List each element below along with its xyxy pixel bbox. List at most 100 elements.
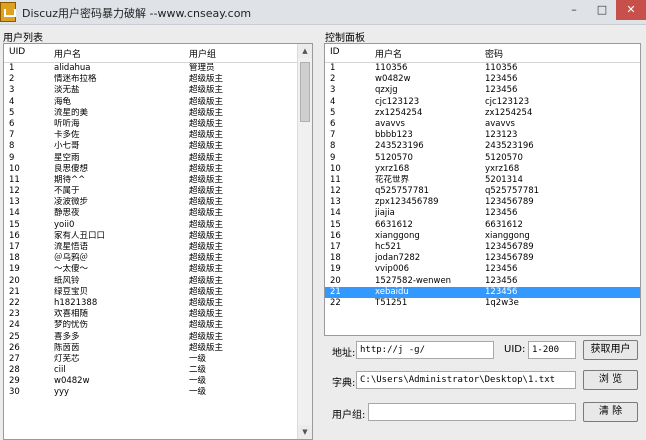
user-list-row[interactable]: 21 绿豆宝贝 超级版主 (4, 287, 312, 298)
col-username-header[interactable]: 用户名 (375, 47, 402, 60)
username-cell: 海龟 (54, 96, 72, 107)
browse-button[interactable]: 浏 览 (583, 370, 638, 390)
username-cell: 小七哥 (54, 141, 80, 152)
result-list-row[interactable]: 19 vvip006 123456 (325, 264, 640, 275)
group-cell: 超级版主 (189, 219, 224, 230)
clear-button[interactable]: 清 除 (583, 402, 638, 422)
id-cell: 7 (330, 130, 336, 141)
user-list-row[interactable]: 20 纸风铃 超级版主 (4, 276, 312, 287)
result-list-row[interactable]: 9 5120570 5120570 (325, 153, 640, 164)
group-cell: 5120570 (485, 152, 523, 163)
user-list-row[interactable]: 4 海龟 超级版主 (4, 97, 312, 108)
id-cell: 18 (9, 253, 20, 264)
user-list-row[interactable]: 16 家有人丑口口 超级版主 (4, 231, 312, 242)
user-list-row[interactable]: 2 情迷布拉格 超级版主 (4, 74, 312, 85)
scroll-down-icon[interactable]: ▼ (298, 425, 312, 439)
scroll-up-icon[interactable]: ▲ (298, 44, 312, 58)
user-list-row[interactable]: 13 凌波微步 超级版主 (4, 197, 312, 208)
group-cell: 超级版主 (189, 197, 224, 208)
result-list-row[interactable]: 5 zx1254254 zx1254254 (325, 108, 640, 119)
result-list-row[interactable]: 13 zpx123456789 123456789 (325, 197, 640, 208)
result-list-row[interactable]: 17 hc521 123456789 (325, 242, 640, 253)
maximize-button[interactable]: □ (588, 0, 616, 20)
uid-input[interactable]: 1-200 (528, 341, 576, 359)
user-list-row[interactable]: 24 梦的忧伤 超级版主 (4, 320, 312, 331)
username-cell: 期待^^ (54, 174, 86, 185)
group-cell: 超级版主 (189, 230, 224, 241)
result-list-row[interactable]: 1 110356 110356 (325, 63, 640, 74)
result-list-row[interactable]: 18 jodan7282 123456789 (325, 253, 640, 264)
result-list-row[interactable]: 8 243523196 243523196 (325, 141, 640, 152)
user-list-row[interactable]: 10 良思傻想 超级版主 (4, 164, 312, 175)
result-list-panel[interactable]: ID 用户名 密码 1 110356 110356 2 w0482w 123456 3 qzx… (324, 43, 641, 336)
username-cell: 纸风铃 (54, 275, 80, 286)
user-list-row[interactable]: 1 alidahua 管理员 (4, 63, 312, 74)
scroll-thumb[interactable] (300, 62, 310, 122)
col-username-header[interactable]: 用户名 (54, 47, 81, 60)
user-list-row[interactable]: 14 静思夜 超级版主 (4, 208, 312, 219)
result-list-row[interactable]: 7 bbbb123 123123 (325, 130, 640, 141)
user-list-row[interactable]: 3 淡无盐 超级版主 (4, 85, 312, 96)
group-cell: q525757781 (485, 186, 540, 197)
user-list-row[interactable]: 6 听听海 超级版主 (4, 119, 312, 130)
username-cell: ～太傻～ (54, 264, 89, 275)
result-list-row[interactable]: 15 6631612 6631612 (325, 220, 640, 231)
username-cell: 静思夜 (54, 208, 80, 219)
user-list-row[interactable]: 23 欢喜相随 超级版主 (4, 309, 312, 320)
user-list-row[interactable]: 8 小七哥 超级版主 (4, 141, 312, 152)
result-list-row[interactable]: 3 qzxjg 123456 (325, 85, 640, 96)
username-cell: q525757781 (375, 186, 430, 197)
result-list-row[interactable]: 12 q525757781 q525757781 (325, 186, 640, 197)
close-button[interactable]: ✕ (616, 0, 646, 20)
result-list-row[interactable]: 16 xianggong xianggong (325, 231, 640, 242)
user-list-row[interactable]: 11 期待^^ 超级版主 (4, 175, 312, 186)
user-list-row[interactable]: 29 w0482w 一级 (4, 376, 312, 387)
result-list-row[interactable]: 10 yxrz168 yxrz168 (325, 164, 640, 175)
group-cell: 超级版主 (189, 320, 224, 331)
result-list-row[interactable]: 4 cjc123123 cjc123123 (325, 97, 640, 108)
user-list-row[interactable]: 15 yoii0 超级版主 (4, 220, 312, 231)
col-usergroup-header[interactable]: 用户组 (189, 47, 216, 60)
result-list-row[interactable]: 14 jiajia 123456 (325, 208, 640, 219)
result-list-row[interactable]: 21 xebaidu 123456 (325, 286, 640, 298)
user-list-row[interactable]: 19 ～太傻～ 超级版主 (4, 264, 312, 275)
user-list-row[interactable]: 12 不属于 超级版主 (4, 186, 312, 197)
user-list-scrollbar[interactable]: ▲ ▼ (297, 44, 312, 439)
user-list-row[interactable]: 17 流星悟语 超级版主 (4, 242, 312, 253)
user-list-title: 用户列表 (3, 33, 43, 44)
user-list-row[interactable]: 22 h1821388 超级版主 (4, 298, 312, 309)
user-list-row[interactable]: 27 灯芜芯 一级 (4, 354, 312, 365)
user-list-row[interactable]: 7 卡多佐 超级版主 (4, 130, 312, 141)
address-input[interactable]: http://j -g/ (356, 341, 494, 359)
group-cell: avavvs (485, 118, 515, 129)
username-cell: yoii0 (54, 219, 75, 230)
username-cell: hc521 (375, 242, 402, 252)
col-id-header[interactable]: ID (330, 47, 340, 57)
result-list-row[interactable]: 22 T51251 1q2w3e (325, 298, 640, 309)
user-list-row[interactable]: 26 陈茵茵 超级版主 (4, 343, 312, 354)
user-list-row[interactable]: 18 ＠乌鸦＠ 超级版主 (4, 253, 312, 264)
minimize-button[interactable]: – (560, 0, 588, 20)
user-list-header: UID 用户名 用户组 (4, 44, 312, 63)
user-list-row[interactable]: 25 喜多多 超级版主 (4, 332, 312, 343)
user-list-row[interactable]: 9 星空雨 超级版主 (4, 153, 312, 164)
username-cell: zx1254254 (375, 107, 423, 118)
username-cell: 梦的忧伤 (54, 320, 89, 331)
result-list-row[interactable]: 20 1527582-wenwen 123456 (325, 276, 640, 287)
user-list-row[interactable]: 30 yyy 一级 (4, 387, 312, 398)
user-group-input[interactable] (368, 403, 576, 421)
col-password-header[interactable]: 密码 (485, 47, 503, 60)
col-uid-header[interactable]: UID (9, 47, 25, 57)
user-list-row[interactable]: 28 ciil 二级 (4, 365, 312, 376)
username-cell: avavvs (375, 118, 405, 129)
get-users-button[interactable]: 获取用户 (583, 340, 638, 360)
group-cell: 超级版主 (189, 186, 224, 197)
dictionary-path-input[interactable]: C:\Users\Administrator\Desktop\1.txt (356, 371, 576, 389)
user-list-panel[interactable]: UID 用户名 用户组 1 alidahua 管理员 2 情迷布拉格 超级版主 3 淡无盐 超级… (3, 43, 313, 440)
result-list-row[interactable]: 6 avavvs avavvs (325, 119, 640, 130)
result-list-row[interactable]: 11 花花世界 5201314 (325, 175, 640, 186)
id-cell: 24 (9, 320, 20, 331)
result-list-row[interactable]: 2 w0482w 123456 (325, 74, 640, 85)
user-list-row[interactable]: 5 流星的美 超级版主 (4, 108, 312, 119)
id-cell: 25 (9, 331, 20, 342)
